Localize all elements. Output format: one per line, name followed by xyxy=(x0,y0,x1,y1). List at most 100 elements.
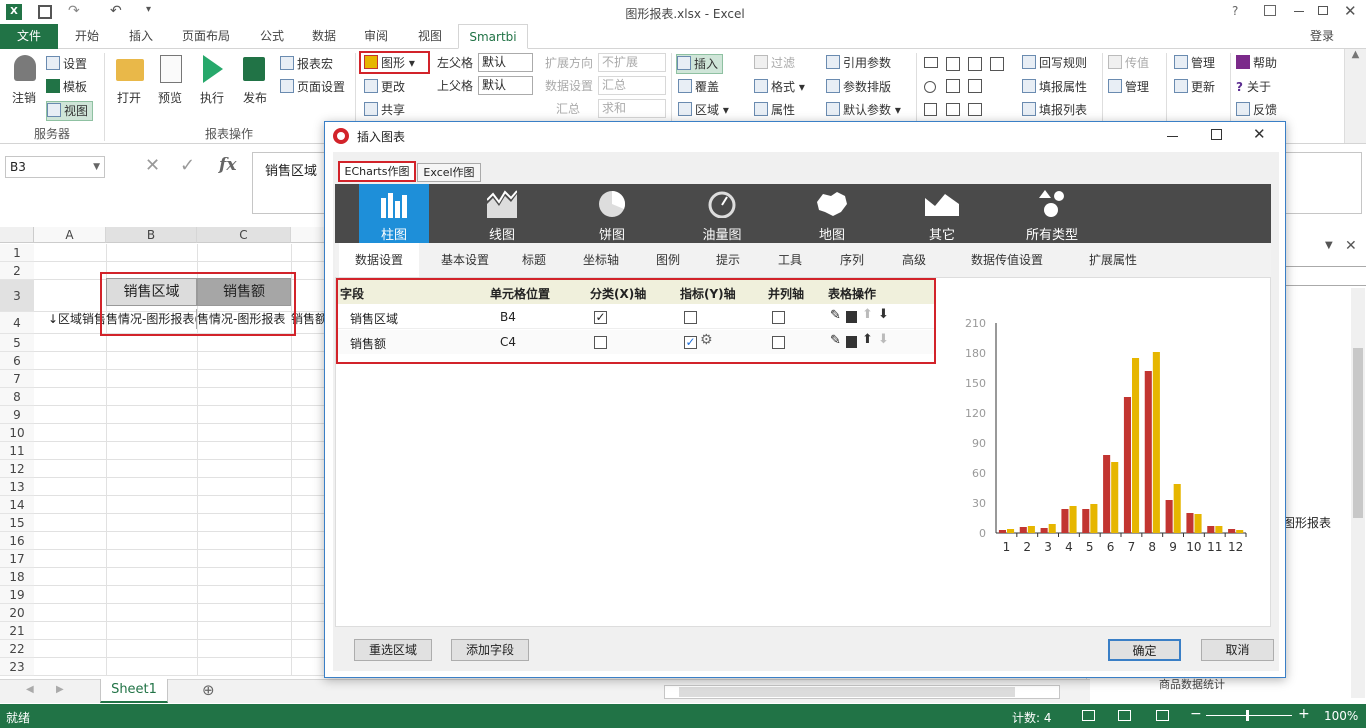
list-icon[interactable] xyxy=(946,57,960,71)
page-layout-icon[interactable] xyxy=(1118,710,1131,721)
tab-page-layout[interactable]: 页面布局 xyxy=(172,24,240,49)
sheet-tab-sheet1[interactable]: Sheet1 xyxy=(100,679,168,703)
dialog-minimize-icon[interactable] xyxy=(1167,136,1178,137)
horizontal-scrollbar[interactable] xyxy=(664,685,1060,699)
row1-edit-icon[interactable]: ✎ xyxy=(830,308,841,323)
row1-y-checkbox[interactable] xyxy=(684,311,697,324)
pane-scrollbar[interactable] xyxy=(1351,288,1365,698)
row1-down-icon[interactable]: ⬇ xyxy=(878,307,889,322)
pane-search-input[interactable] xyxy=(1285,266,1366,286)
tab-file[interactable]: 文件 xyxy=(0,24,58,49)
type-line[interactable]: 线图 xyxy=(467,184,537,243)
subtab-tools[interactable]: 工具 xyxy=(765,243,815,277)
row-header-23[interactable]: 23 xyxy=(0,658,34,676)
multi-icon[interactable] xyxy=(946,103,960,116)
about-button[interactable]: ? 关于 xyxy=(1236,78,1271,96)
zoom-in-icon[interactable]: + xyxy=(1298,706,1310,722)
dialog-maximize-icon[interactable] xyxy=(1211,129,1222,140)
row2-x-checkbox[interactable] xyxy=(594,336,607,349)
row-header-17[interactable]: 17 xyxy=(0,550,34,568)
close-icon[interactable]: ✕ xyxy=(1344,2,1357,20)
tab-home[interactable]: 开始 xyxy=(62,24,112,49)
row-header-12[interactable]: 12 xyxy=(0,460,34,478)
row-header-11[interactable]: 11 xyxy=(0,442,34,460)
row-header-22[interactable]: 22 xyxy=(0,640,34,658)
subtab-data[interactable]: 数据设置 xyxy=(339,243,419,277)
format-button[interactable]: 格式 ▾ xyxy=(754,78,805,96)
subtab-advanced[interactable]: 高级 xyxy=(889,243,939,277)
ribbon-options-icon[interactable] xyxy=(1264,5,1276,16)
row-header-19[interactable]: 19 xyxy=(0,586,34,604)
data-settings-select[interactable]: 汇总 xyxy=(598,76,666,95)
row2-edit-icon[interactable]: ✎ xyxy=(830,333,841,348)
row-header-8[interactable]: 8 xyxy=(0,388,34,406)
settings-button[interactable]: 设置 xyxy=(46,55,87,73)
name-box[interactable]: B3 ▼ xyxy=(5,156,105,178)
cancel-button[interactable]: 取消 xyxy=(1201,639,1274,661)
subtab-series[interactable]: 序列 xyxy=(827,243,877,277)
row-header-21[interactable]: 21 xyxy=(0,622,34,640)
row-header-20[interactable]: 20 xyxy=(0,604,34,622)
zoom-level[interactable]: 100% xyxy=(1324,709,1358,723)
row-header-9[interactable]: 9 xyxy=(0,406,34,424)
macro-button[interactable]: 报表宏 xyxy=(280,55,333,73)
row-header-13[interactable]: 13 xyxy=(0,478,34,496)
pane-close-icon[interactable]: ✕ xyxy=(1345,238,1357,254)
type-other[interactable]: 其它 xyxy=(907,184,977,243)
transfer-button[interactable]: 传值 xyxy=(1108,54,1149,72)
row1-parallel-checkbox[interactable] xyxy=(772,311,785,324)
tab-smartbi[interactable]: Smartbi xyxy=(458,24,528,49)
row-header-14[interactable]: 14 xyxy=(0,496,34,514)
calendar-icon[interactable] xyxy=(968,57,982,71)
dialog-close-icon[interactable]: ✕ xyxy=(1253,125,1266,143)
expand-direction-select[interactable]: 不扩展 xyxy=(598,53,666,72)
graph-button[interactable]: 图形 ▾ xyxy=(364,54,415,72)
type-gauge[interactable]: 油量图 xyxy=(687,184,757,243)
row-header-7[interactable]: 7 xyxy=(0,370,34,388)
save-icon[interactable] xyxy=(38,5,52,19)
next-sheet-icon[interactable]: ▶ xyxy=(56,684,64,695)
default-params-button[interactable]: 默认参数 ▾ xyxy=(826,101,901,119)
attr-button[interactable]: 属性 xyxy=(754,101,795,119)
prev-sheet-icon[interactable]: ◀ xyxy=(26,684,34,695)
feedback-button[interactable]: 反馈 xyxy=(1236,101,1277,119)
subtab-transfer[interactable]: 数据传值设置 xyxy=(953,243,1061,277)
subtab-tooltip[interactable]: 提示 xyxy=(703,243,753,277)
type-pie[interactable]: 饼图 xyxy=(577,184,647,243)
undo-icon[interactable]: ↶ xyxy=(110,3,122,19)
row-header-15[interactable]: 15 xyxy=(0,514,34,532)
combo-icon[interactable] xyxy=(968,79,982,93)
logout-button[interactable]: 注销 xyxy=(12,89,36,107)
left-parent-select[interactable]: 默认 xyxy=(478,53,533,72)
row2-parallel-checkbox[interactable] xyxy=(772,336,785,349)
tab-excel[interactable]: Excel作图 xyxy=(417,163,481,182)
manage-button-1[interactable]: 管理 xyxy=(1108,78,1149,96)
page-setup-button[interactable]: 页面设置 xyxy=(280,78,345,96)
cell-a4[interactable]: ↓区域销售 xyxy=(36,309,106,329)
row-header-18[interactable]: 18 xyxy=(0,568,34,586)
tab-data[interactable]: 数据 xyxy=(300,24,348,49)
col-header-b[interactable]: B xyxy=(106,227,197,243)
restore-icon[interactable] xyxy=(1318,6,1328,15)
col-header-a[interactable]: A xyxy=(34,227,106,243)
subtab-extend[interactable]: 扩展属性 xyxy=(1075,243,1151,277)
pane-tree-item[interactable]: 商品数据统计 xyxy=(1159,676,1225,692)
tab-review[interactable]: 审阅 xyxy=(352,24,400,49)
help-button[interactable]: 帮助 xyxy=(1236,54,1277,72)
cancel-icon[interactable]: ✕ xyxy=(145,155,160,176)
date-icon[interactable] xyxy=(990,57,1004,71)
writeback-rule-button[interactable]: 回写规则 xyxy=(1022,54,1087,72)
pane-item-report[interactable]: 图形报表 xyxy=(1283,514,1331,531)
ok-button[interactable]: 确定 xyxy=(1108,639,1181,661)
subtab-legend[interactable]: 图例 xyxy=(643,243,693,277)
type-bar[interactable]: 柱图 xyxy=(359,184,429,243)
row-header-4[interactable]: 4 xyxy=(0,312,34,334)
row2-y-checkbox[interactable]: ✓ xyxy=(684,336,697,349)
row-header-2[interactable]: 2 xyxy=(0,262,34,280)
confirm-icon[interactable]: ✓ xyxy=(180,155,195,176)
col-header-c[interactable]: C xyxy=(197,227,291,243)
minimize-icon[interactable] xyxy=(1294,11,1304,12)
type-map[interactable]: 地图 xyxy=(797,184,867,243)
tab-insert[interactable]: 插入 xyxy=(116,24,166,49)
open-button[interactable]: 打开 xyxy=(117,89,141,107)
